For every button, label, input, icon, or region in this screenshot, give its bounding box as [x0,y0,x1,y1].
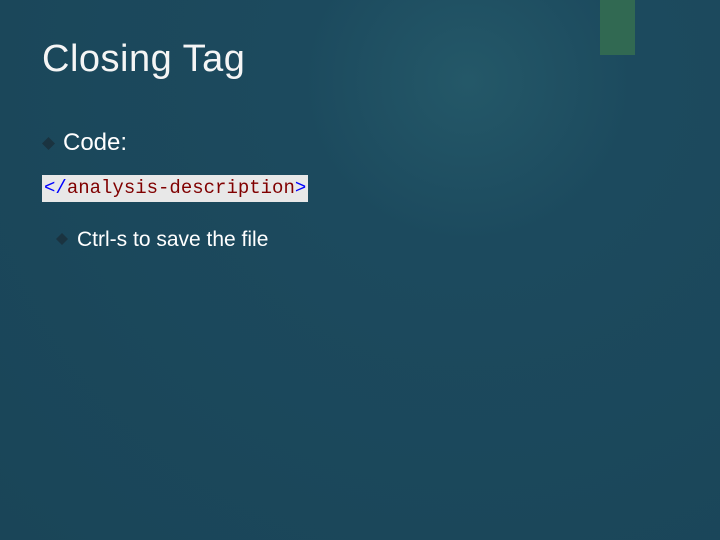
code-tag-name: analysis-description [67,177,295,199]
bullet-item-1: Code: [42,129,678,157]
diamond-bullet-icon [42,137,55,150]
bullet-item-2: Ctrl-s to save the file [56,228,678,252]
code-bracket-open: </ [44,177,67,199]
bullet-text: Code: [63,129,127,157]
diamond-bullet-icon [56,233,69,246]
code-bracket-close: > [295,177,306,199]
code-example: </analysis-description> [42,175,308,202]
slide-title: Closing Tag [42,38,678,81]
accent-decoration [600,0,635,55]
bullet-text: Ctrl-s to save the file [77,228,268,252]
